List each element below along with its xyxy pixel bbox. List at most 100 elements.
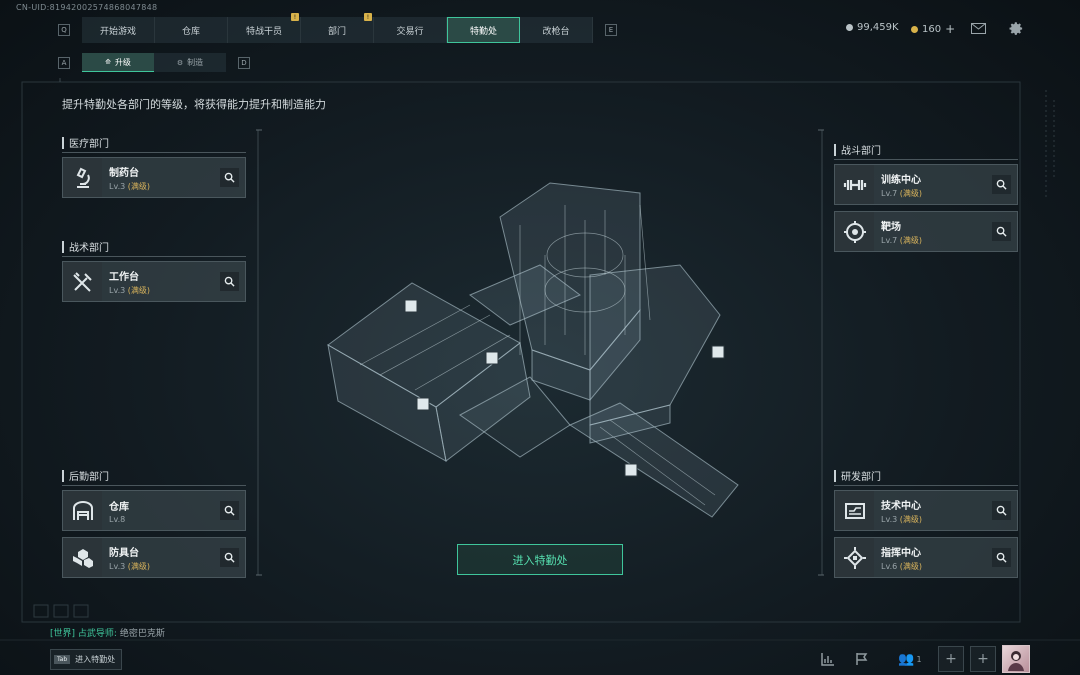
facility-level: Lv.8: [109, 514, 126, 524]
premium-coin-icon: [911, 25, 918, 33]
search-icon[interactable]: [992, 501, 1011, 520]
premium-amount: 160: [922, 23, 942, 35]
settings-gear-icon[interactable]: [1009, 21, 1024, 36]
dept-title: 战斗部门: [834, 140, 1018, 160]
facility-name: 技术中心: [881, 500, 921, 512]
facility-card-shooting-range[interactable]: 靶场 Lv.7 (满级): [834, 211, 1018, 252]
dept-title: 后勤部门: [62, 466, 246, 486]
subnav-key-right: D: [238, 56, 250, 69]
facility-level: Lv.3: [109, 285, 126, 295]
facility-name: 仓库: [109, 501, 129, 513]
facility-card-pharmacy[interactable]: 制药台 Lv.3 (满级): [62, 157, 246, 198]
dept-title: 战术部门: [62, 237, 246, 257]
tab-label: 特勤处: [469, 26, 497, 37]
tab-departments[interactable]: 部门!: [301, 13, 374, 43]
currency-display: 99,459K: [846, 22, 899, 33]
cubes-icon: [63, 538, 102, 577]
max-level-tag: (满级): [127, 285, 150, 295]
tab-label: 交易行: [396, 26, 424, 37]
tab-hint-button[interactable]: Tab 进入特勤处: [50, 649, 123, 670]
tab-upgrade[interactable]: ⟰ 升级: [82, 53, 154, 72]
tab-label: 改枪台: [542, 26, 570, 37]
facility-card-warehouse[interactable]: 仓库 Lv.8: [62, 490, 246, 531]
sub-nav: A ⟰ 升级 ⚙ 制造 D: [46, 53, 262, 72]
craft-icon: ⚙: [176, 58, 184, 67]
marker-icon: [404, 299, 418, 313]
search-icon[interactable]: [992, 222, 1011, 241]
dept-logistics: 后勤部门 仓库 Lv.8 防具台 Lv.3 (满级): [62, 466, 246, 578]
max-level-tag: (满级): [127, 561, 150, 571]
facility-level: Lv.6: [881, 561, 898, 571]
premium-display[interactable]: 160 +: [911, 22, 955, 36]
microscope-icon: [63, 158, 102, 197]
tab-label: 部门: [327, 26, 346, 37]
flag-icon[interactable]: [849, 646, 875, 672]
chip-icon: [835, 538, 874, 577]
facility-name: 制药台: [109, 167, 139, 179]
search-icon[interactable]: [220, 168, 239, 187]
tab-trade[interactable]: 交易行: [374, 17, 447, 43]
add-premium-button[interactable]: +: [945, 22, 955, 36]
world-chat[interactable]: [世界] 占武导师: 绝密巴克斯: [50, 626, 165, 639]
tab-label: 仓库: [181, 26, 200, 37]
add-member-slot-1[interactable]: +: [938, 646, 964, 672]
base-building-model[interactable]: [320, 165, 750, 525]
friends-button[interactable]: 👥 1: [893, 646, 927, 672]
enter-special-ops-button[interactable]: 进入特勤处: [457, 544, 623, 575]
facility-card-tech-center[interactable]: 技术中心 Lv.3 (满级): [834, 490, 1018, 531]
tab-operators[interactable]: 特战干员!: [228, 13, 301, 43]
facility-level: Lv.3: [109, 561, 126, 571]
chat-message: 绝密巴克斯: [119, 629, 165, 639]
tab-special-ops[interactable]: 特勤处: [447, 17, 520, 43]
tab-warehouse[interactable]: 仓库: [155, 17, 228, 43]
currency-amount: 99,459K: [857, 22, 899, 33]
marker-icon: [624, 463, 638, 477]
tab-label: 升级: [114, 57, 131, 67]
mail-icon[interactable]: [971, 23, 986, 34]
search-icon[interactable]: [220, 548, 239, 567]
facility-name: 防具台: [109, 547, 139, 559]
plus-icon: +: [945, 651, 957, 667]
dept-title: 医疗部门: [62, 133, 246, 153]
marker-icon: [711, 345, 725, 359]
tab-key: Tab: [54, 655, 71, 664]
facility-card-command-center[interactable]: 指挥中心 Lv.6 (满级): [834, 537, 1018, 578]
notification-badge: !: [364, 13, 372, 21]
dept-tactical: 战术部门 工作台 Lv.3 (满级): [62, 237, 246, 302]
tab-gunsmith[interactable]: 改枪台: [520, 17, 593, 43]
facility-level: Lv.7: [881, 188, 898, 198]
facility-name: 指挥中心: [881, 547, 921, 559]
chat-channel: [世界]: [50, 629, 76, 639]
dept-research: 研发部门 技术中心 Lv.3 (满级) 指挥中心 Lv.6 (满级): [834, 466, 1018, 578]
facility-card-armor-bench[interactable]: 防具台 Lv.3 (满级): [62, 537, 246, 578]
marker-icon: [485, 351, 499, 365]
tab-hint-label: 进入特勤处: [75, 655, 116, 664]
facility-level: Lv.3: [109, 181, 126, 191]
facility-name: 训练中心: [881, 174, 921, 186]
dept-medical: 医疗部门 制药台 Lv.3 (满级): [62, 133, 246, 198]
search-icon[interactable]: [220, 501, 239, 520]
wrench-hammer-icon: [63, 262, 102, 301]
search-icon[interactable]: [992, 548, 1011, 567]
facility-level: Lv.3: [881, 514, 898, 524]
search-icon[interactable]: [992, 175, 1011, 194]
facility-card-training-center[interactable]: 训练中心 Lv.7 (满级): [834, 164, 1018, 205]
avatar[interactable]: [1002, 645, 1030, 673]
notification-badge: !: [291, 13, 299, 21]
tab-label: 开始游戏: [99, 26, 136, 37]
tab-start-game[interactable]: 开始游戏: [82, 17, 155, 43]
chat-speaker: 占武导师:: [77, 629, 117, 639]
tab-label: 制造: [187, 58, 204, 67]
nav-key-left: Q: [58, 24, 70, 36]
friends-count: 1: [916, 654, 922, 664]
subnav-key-left: A: [58, 56, 70, 69]
user-id: CN-UID:81942002574868047848: [16, 3, 158, 12]
stats-chart-icon[interactable]: [815, 646, 841, 672]
facility-card-workbench[interactable]: 工作台 Lv.3 (满级): [62, 261, 246, 302]
add-member-slot-2[interactable]: +: [970, 646, 996, 672]
plus-icon: +: [977, 651, 989, 667]
dept-title: 研发部门: [834, 466, 1018, 486]
search-icon[interactable]: [220, 272, 239, 291]
tab-craft[interactable]: ⚙ 制造: [154, 53, 226, 72]
max-level-tag: (满级): [899, 235, 922, 245]
